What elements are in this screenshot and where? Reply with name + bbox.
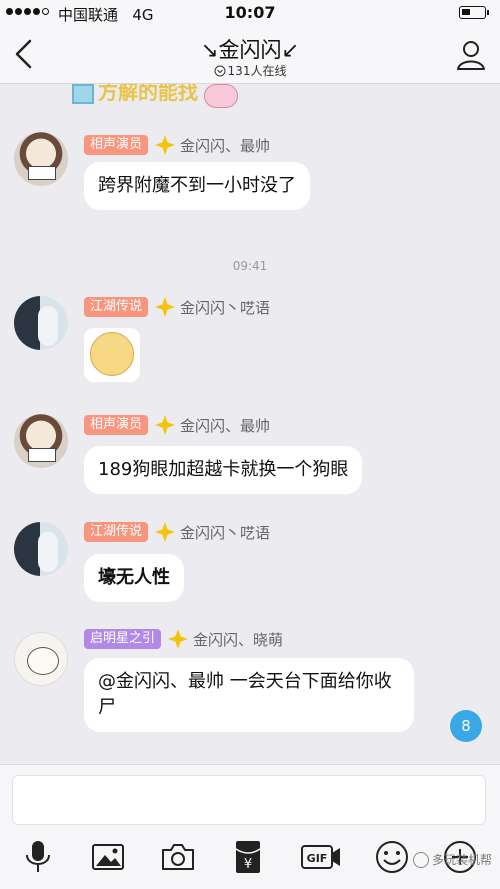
avatar[interactable]	[14, 296, 68, 350]
group-title[interactable]: ↘金闪闪↙	[0, 34, 500, 64]
photo-button[interactable]	[88, 837, 128, 877]
message-bubble[interactable]: 跨界附魔不到一小时没了	[84, 162, 310, 210]
level-star-icon	[155, 522, 176, 542]
emoji-button[interactable]	[372, 837, 412, 877]
previous-message-image[interactable]: 方解的能找	[72, 84, 242, 110]
red-packet-button[interactable]: ¥	[228, 837, 268, 877]
red-packet-icon: ¥	[235, 841, 261, 873]
gif-icon: GIF	[301, 845, 340, 869]
avatar[interactable]	[14, 132, 68, 186]
sender-meta: 江湖传说 金闪闪丶呓语	[84, 521, 270, 543]
emoji-icon	[376, 841, 408, 873]
gif-button[interactable]: GIF	[298, 837, 344, 877]
image-icon	[92, 844, 124, 870]
voice-button[interactable]	[18, 837, 58, 877]
group-members-button[interactable]	[454, 38, 488, 72]
member-title-badge: 相声演员	[84, 415, 149, 435]
message-bubble[interactable]: 189狗眼加超越卡就换一个狗眼	[84, 446, 363, 494]
person-icon	[457, 41, 485, 70]
message-bubble[interactable]: @金闪闪、最帅 一会天台下面给你收尸	[84, 658, 414, 732]
status-bar: 中国联通 4G 10:07	[0, 0, 500, 26]
svg-text:¥: ¥	[244, 857, 252, 872]
member-title-badge: 启明星之引	[84, 629, 162, 649]
level-star-icon	[155, 415, 176, 435]
unread-count-badge[interactable]: 8	[450, 710, 482, 742]
sender-name[interactable]: 金闪闪、最帅	[180, 415, 270, 436]
input-bar: ¥ GIF 多玩装机帮	[0, 764, 500, 889]
sender-meta: 相声演员 金闪闪、最帅	[84, 134, 270, 156]
sender-name[interactable]: 金闪闪丶呓语	[180, 522, 270, 543]
online-count[interactable]: 131人在线	[0, 62, 500, 79]
sender-meta: 相声演员 金闪闪、最帅	[84, 414, 270, 436]
chevron-down-circle-icon	[214, 65, 226, 77]
level-star-icon	[155, 297, 176, 317]
sender-name[interactable]: 金闪闪、最帅	[180, 135, 270, 156]
watermark-logo-icon	[412, 851, 429, 868]
message-input[interactable]	[12, 775, 486, 825]
clock: 10:07	[224, 3, 276, 22]
member-title-badge: 相声演员	[84, 135, 149, 155]
chat-header: ↘金闪闪↙ 131人在线	[0, 26, 500, 84]
sender-name[interactable]: 金闪闪、晓萌	[193, 629, 283, 650]
avatar[interactable]	[14, 414, 68, 468]
member-title-badge: 江湖传说	[84, 522, 149, 542]
camera-button[interactable]	[158, 837, 198, 877]
online-count-label: 131人在线	[227, 64, 287, 78]
avatar[interactable]	[14, 522, 68, 576]
svg-text:GIF: GIF	[307, 852, 328, 865]
battery-icon	[459, 6, 489, 19]
level-star-icon	[155, 135, 176, 155]
camera-icon	[162, 844, 194, 870]
sticker-image[interactable]	[84, 328, 140, 382]
watermark-text: 多玩装机帮	[431, 853, 492, 867]
level-star-icon	[168, 629, 189, 649]
member-title-badge: 江湖传说	[84, 297, 149, 317]
timestamp: 09:41	[232, 259, 268, 273]
avatar[interactable]	[14, 632, 68, 686]
microphone-icon	[26, 841, 50, 872]
sender-name[interactable]: 金闪闪丶呓语	[180, 297, 270, 318]
watermark: 多玩装机帮	[412, 851, 492, 868]
sender-meta: 启明星之引 金闪闪、晓萌	[84, 628, 283, 650]
message-bubble[interactable]: 壕无人性	[84, 554, 184, 602]
sender-meta: 江湖传说 金闪闪丶呓语	[84, 296, 270, 318]
